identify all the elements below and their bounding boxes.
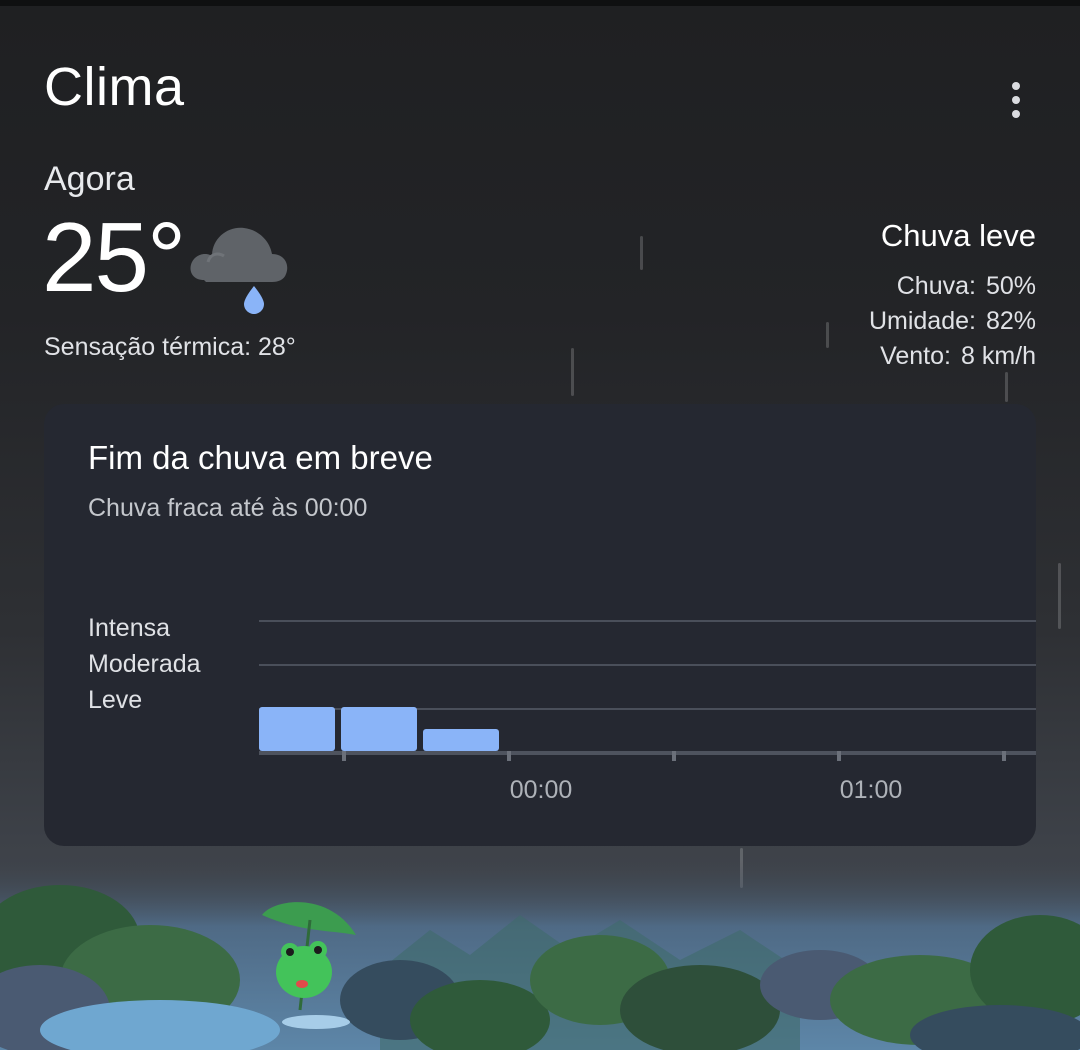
rain-streak (1058, 563, 1061, 629)
rain-streak (571, 348, 574, 396)
detail-label: Umidade: (868, 307, 976, 335)
precipitation-chart: 00:00 01:00 (259, 620, 1036, 804)
rain-chance-row: Chuva: 50% (897, 272, 1036, 301)
humidity-row: Umidade: 82% (869, 307, 1036, 336)
rain-streak (1005, 372, 1008, 402)
x-tick-label: 00:00 (510, 776, 573, 804)
more-vert-icon (1012, 82, 1020, 90)
detail-label: Chuva: (896, 272, 976, 300)
cloud-rain-icon (190, 227, 288, 314)
current-temperature: 25° (42, 202, 186, 312)
rain-scenery-illustration (0, 860, 1080, 1050)
page-title: Clima (44, 57, 185, 117)
condition-text: Chuva leve (880, 218, 1036, 253)
x-axis-tick (342, 751, 346, 761)
detail-value: 82% (985, 307, 1036, 335)
precipitation-card[interactable]: Fim da chuva em breve Chuva fraca até às… (44, 404, 1036, 846)
detail-value: 50% (985, 272, 1036, 300)
detail-label: Vento: (880, 342, 951, 370)
more-vert-icon-dot (1012, 110, 1020, 118)
x-axis-tick (672, 751, 676, 761)
x-axis-tick (507, 751, 511, 761)
x-tick-label: 01:00 (840, 776, 903, 804)
status-bar-strip (0, 0, 1080, 6)
wind-row: Vento: 8 km/h (880, 342, 1036, 371)
x-axis-tick (837, 751, 841, 761)
rain-streak (640, 236, 643, 270)
precip-bar (423, 729, 499, 751)
rain-streak (826, 322, 829, 348)
x-axis-tick (1002, 751, 1006, 761)
detail-value: 8 km/h (960, 342, 1036, 370)
more-options-button[interactable] (996, 76, 1036, 124)
precip-bar (259, 707, 335, 751)
feels-like-text: Sensação térmica: 28° (44, 333, 296, 361)
now-label: Agora (44, 160, 135, 198)
precip-bar (341, 707, 417, 751)
more-vert-icon-dot (1012, 96, 1020, 104)
